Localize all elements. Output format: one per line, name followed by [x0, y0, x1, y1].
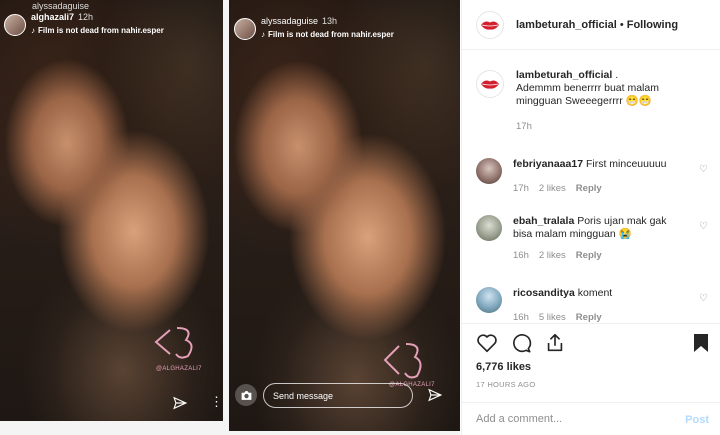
- comment-like-heart-icon[interactable]: ♡: [699, 164, 708, 175]
- post-media: alyssadaguise alghazali7 12h ♪ Film is not…: [0, 0, 460, 435]
- story-time: 13h: [322, 16, 338, 26]
- story-mention: @ALGHAZALI7: [156, 366, 202, 372]
- profile-avatar[interactable]: [476, 10, 504, 39]
- story-top-username: alyssadaguise: [32, 1, 90, 11]
- comment-bubble-icon[interactable]: [510, 332, 532, 354]
- post-header: lambeturah_official • Following: [462, 0, 720, 50]
- like-heart-icon[interactable]: [476, 332, 498, 354]
- comment-likes[interactable]: 2 likes: [539, 183, 566, 194]
- following-button[interactable]: Following: [627, 19, 678, 31]
- story-music: ♪ Film is not dead from nahir.esper: [31, 25, 164, 36]
- reply-button[interactable]: Reply: [576, 250, 602, 261]
- story-header: alghazali7 12h ♪ Film is not dead from nah…: [4, 12, 164, 36]
- more-options-icon[interactable]: ⋮: [210, 394, 223, 410]
- profile-avatar[interactable]: [476, 70, 504, 98]
- caption-time[interactable]: 17h: [516, 121, 532, 132]
- avatar: [4, 14, 26, 36]
- reply-button[interactable]: Reply: [576, 183, 602, 194]
- post-caption: lambeturah_official . Ademmm benerrrr bu…: [476, 69, 686, 133]
- avatar[interactable]: [476, 215, 502, 241]
- send-icon[interactable]: [173, 396, 187, 410]
- lips-logo-icon: [481, 80, 499, 89]
- add-comment-input[interactable]: [476, 413, 666, 425]
- comment-username[interactable]: ebah_tralala: [513, 215, 574, 227]
- caption-suffix: .: [615, 69, 619, 81]
- send-icon[interactable]: [428, 388, 442, 402]
- caption-username[interactable]: lambeturah_official: [516, 69, 612, 81]
- comment-username[interactable]: febriyanaaa17: [513, 158, 583, 170]
- story-username: alyssadaguise: [261, 16, 319, 26]
- story-screenshot-2: alyssadaguise 13h ♪ Film is not dead from …: [229, 0, 460, 431]
- post-actions: 6,776 likes 17 HOURS AGO Post: [462, 323, 720, 435]
- share-icon[interactable]: [544, 332, 566, 354]
- lips-logo-icon: [481, 20, 499, 30]
- caption-text: Ademmm benerrrr buat malam mingguan Swee…: [516, 82, 659, 107]
- send-message-input[interactable]: Send message: [263, 383, 413, 408]
- comment-time[interactable]: 16h: [513, 312, 529, 323]
- add-comment-bar: Post: [462, 402, 720, 435]
- comment-text: koment: [577, 287, 613, 299]
- bookmark-icon[interactable]: [693, 333, 709, 353]
- comment-item: ebah_tralala Poris ujan mak gak bisa mal…: [476, 215, 712, 262]
- separator-dot: •: [619, 18, 624, 31]
- story-music-label: Film is not dead from nahir.esper: [268, 30, 394, 39]
- story-header: alyssadaguise 13h ♪ Film is not dead from …: [234, 16, 394, 40]
- reply-button[interactable]: Reply: [576, 312, 602, 323]
- comment-time[interactable]: 17h: [513, 183, 529, 194]
- comment-likes[interactable]: 5 likes: [539, 312, 566, 323]
- avatar: [234, 18, 256, 40]
- story-username: alghazali7: [31, 12, 75, 22]
- story-bottom-bar: ⋮: [0, 385, 223, 421]
- comment-username[interactable]: ricosanditya: [513, 287, 575, 299]
- comment-item: ricosanditya koment 16h 5 likes Reply ♡: [476, 287, 712, 323]
- heart-scribble: [154, 327, 193, 359]
- post-author-username[interactable]: lambeturah_official: [516, 19, 617, 31]
- story-music: ♪ Film is not dead from nahir.esper: [261, 29, 394, 40]
- story-screenshot-1: alyssadaguise alghazali7 12h ♪ Film is not…: [0, 0, 223, 421]
- story-bottom-bar: Send message: [229, 377, 460, 413]
- heart-scribble: [383, 343, 422, 379]
- story-time: 12h: [78, 12, 94, 22]
- likes-count[interactable]: 6,776 likes: [476, 361, 531, 373]
- camera-button[interactable]: [235, 384, 257, 406]
- comment-time[interactable]: 16h: [513, 250, 529, 261]
- post-time-ago: 17 HOURS AGO: [476, 380, 536, 389]
- music-note-icon: ♪: [31, 26, 35, 35]
- story-music-label: Film is not dead from nahir.esper: [38, 26, 164, 35]
- avatar[interactable]: [476, 287, 502, 313]
- comment-item: febriyanaaa17 First minceuuuuu 17h 2 like…: [476, 158, 712, 195]
- post-sidebar: lambeturah_official • Following lambeturah…: [461, 0, 720, 435]
- comment-text: First minceuuuuu: [585, 158, 667, 170]
- comment-likes[interactable]: 2 likes: [539, 250, 566, 261]
- avatar[interactable]: [476, 158, 502, 184]
- comment-like-heart-icon[interactable]: ♡: [699, 293, 708, 304]
- post-comment-button[interactable]: Post: [685, 414, 709, 426]
- music-note-icon: ♪: [261, 30, 265, 39]
- camera-icon: [241, 390, 251, 400]
- comments-list[interactable]: lambeturah_official . Ademmm benerrrr bu…: [462, 51, 720, 323]
- comment-like-heart-icon[interactable]: ♡: [699, 221, 708, 232]
